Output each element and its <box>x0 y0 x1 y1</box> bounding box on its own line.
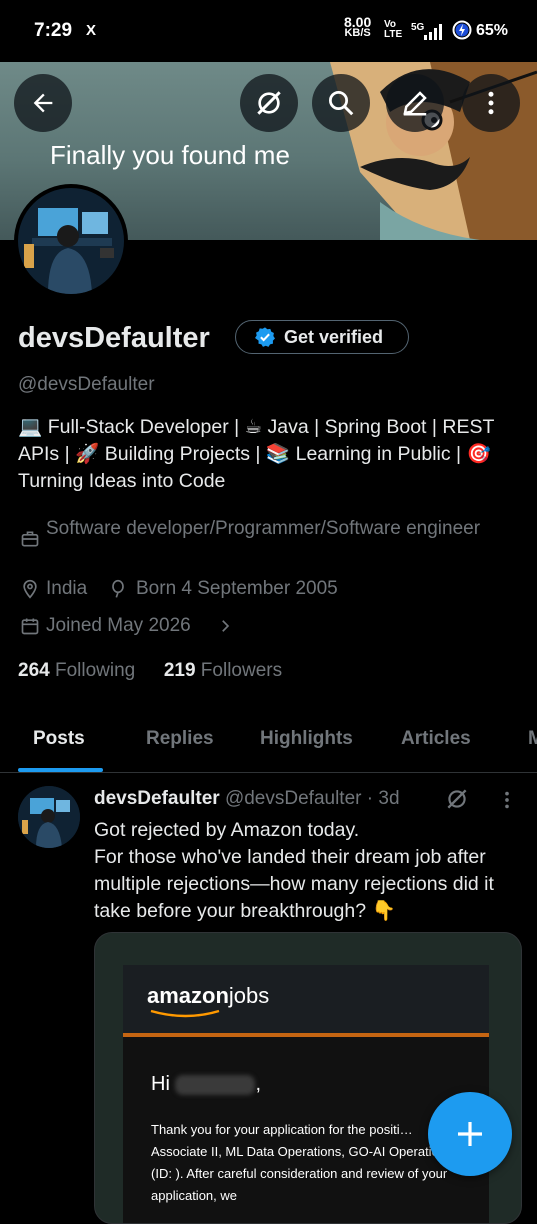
network-speed: 8.00 KB/S <box>344 15 371 39</box>
more-options-button[interactable] <box>462 74 520 132</box>
post-avatar[interactable] <box>18 786 80 848</box>
post-author-name[interactable]: devsDefaulter <box>94 788 220 809</box>
battery-percentage: 65% <box>476 22 509 39</box>
more-vertical-icon <box>488 91 494 115</box>
compose-post-button[interactable] <box>428 1092 512 1176</box>
avatar-image <box>18 188 124 294</box>
tab-posts[interactable]: Posts <box>33 728 85 750</box>
followers-link[interactable]: 219 Followers <box>164 660 282 681</box>
redacted-name <box>175 1074 256 1095</box>
amazon-jobs-logo: amazonjobs <box>147 983 270 1008</box>
volte-bottom: LTE <box>384 29 403 40</box>
back-arrow-icon <box>33 93 53 113</box>
profile-joined[interactable]: Joined May 2026 <box>46 615 191 637</box>
post-header: devsDefaulter @devsDefaulter · 3d <box>94 788 400 810</box>
x-notification-icon: X <box>86 22 97 39</box>
grok-button[interactable] <box>240 74 298 132</box>
post-time: · 3d <box>366 788 400 809</box>
back-button[interactable] <box>14 74 72 132</box>
post-more-icon[interactable] <box>496 789 518 811</box>
edit-button[interactable] <box>386 74 444 132</box>
follow-counts: 264 Following 219 Followers <box>18 660 282 682</box>
post-text-line2: For those who've landed their dream job … <box>94 846 494 922</box>
battery-saver-icon <box>452 20 472 40</box>
email-body: Thank you for your application for the p… <box>151 1122 453 1203</box>
following-link[interactable]: 264 Following <box>18 660 141 681</box>
profile-handle: @devsDefaulter <box>18 374 155 395</box>
profile-profession: Software developer/Programmer/Software e… <box>46 518 481 539</box>
tab-articles[interactable]: Articles <box>401 728 471 750</box>
calendar-icon <box>21 618 39 635</box>
profile-name: devsDefaulter <box>18 322 210 354</box>
followers-label: Followers <box>200 660 283 681</box>
post-text-line1: Got rejected by Amazon today. <box>94 819 360 841</box>
email-screenshot: amazonjobs Hi , Thank you for your appli… <box>123 965 489 1223</box>
grok-icon <box>257 91 281 115</box>
profile-birthday: Born 4 September 2005 <box>136 578 338 599</box>
edit-icon <box>403 91 427 116</box>
search-icon <box>329 91 354 116</box>
tab-replies[interactable]: Replies <box>146 728 214 750</box>
profile-bio: 💻 Full-Stack Developer | ☕ Java | Spring… <box>18 416 495 492</box>
verified-badge-icon <box>255 327 275 347</box>
following-label: Following <box>54 660 136 681</box>
post-text: Got rejected by Amazon today. For those … <box>94 817 524 925</box>
get-verified-button[interactable]: Get verified <box>235 320 409 354</box>
email-greeting: Hi , <box>151 1073 262 1095</box>
post-avatar-image <box>18 786 80 848</box>
profile-location: India <box>46 578 88 599</box>
briefcase-icon <box>21 531 39 547</box>
banner-caption: Finally you found me <box>50 140 290 170</box>
status-bar: 7:29 X 8.00 KB/S Vo LTE 5G 65% <box>0 0 537 62</box>
plus-icon <box>458 1122 482 1146</box>
network-5g-label: 5G <box>411 22 425 33</box>
balloon-icon <box>112 579 124 598</box>
status-time: 7:29 <box>34 20 73 41</box>
profile-tabs: Posts Replies Highlights Articles M <box>0 712 537 773</box>
active-tab-indicator <box>18 768 103 772</box>
tab-highlights[interactable]: Highlights <box>260 728 353 750</box>
volte-indicator: Vo LTE <box>384 20 402 40</box>
get-verified-label: Get verified <box>284 326 384 347</box>
grok-icon[interactable] <box>444 786 470 812</box>
tab-media[interactable]: M <box>528 728 537 750</box>
signal-bars-icon <box>424 24 444 40</box>
location-pin-icon <box>23 579 37 599</box>
profile-avatar[interactable] <box>14 184 128 298</box>
search-button[interactable] <box>312 74 370 132</box>
followers-count: 219 <box>163 660 196 681</box>
amazon-smile-icon <box>150 1009 220 1018</box>
following-count: 264 <box>18 660 50 681</box>
email-header: amazonjobs <box>123 965 489 1037</box>
network-speed-unit: KB/S <box>344 27 371 39</box>
chevron-right-icon[interactable] <box>216 616 234 636</box>
post-media[interactable]: amazonjobs Hi , Thank you for your appli… <box>94 932 522 1224</box>
post-author-handle[interactable]: @devsDefaulter <box>225 788 362 809</box>
